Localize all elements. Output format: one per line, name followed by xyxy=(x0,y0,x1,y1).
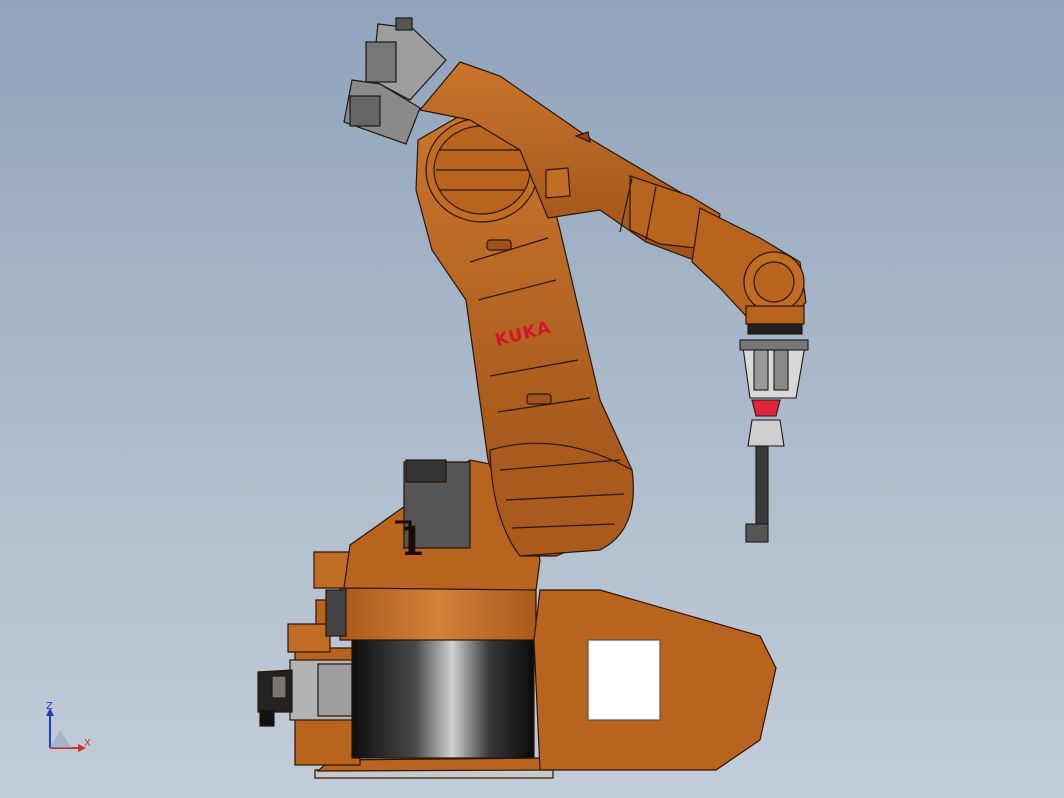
robot-end-effector[interactable] xyxy=(739,339,809,543)
robot-wrist[interactable] xyxy=(691,207,807,335)
triad-z-label: Z xyxy=(46,701,53,712)
cad-viewport[interactable]: 1 KUKA Z X xyxy=(0,0,1064,798)
base-label-plate xyxy=(587,639,661,721)
robot-base[interactable] xyxy=(257,587,777,779)
robot-model-svg[interactable]: 1 KUKA Z X xyxy=(0,0,1064,798)
orientation-triad[interactable]: Z X xyxy=(46,701,91,752)
robot-axis-motors[interactable] xyxy=(343,17,447,145)
triad-x-label: X xyxy=(84,738,91,749)
link-number: 1 xyxy=(400,519,425,565)
tool-accent xyxy=(751,399,781,417)
base-rotating-column xyxy=(351,635,535,759)
